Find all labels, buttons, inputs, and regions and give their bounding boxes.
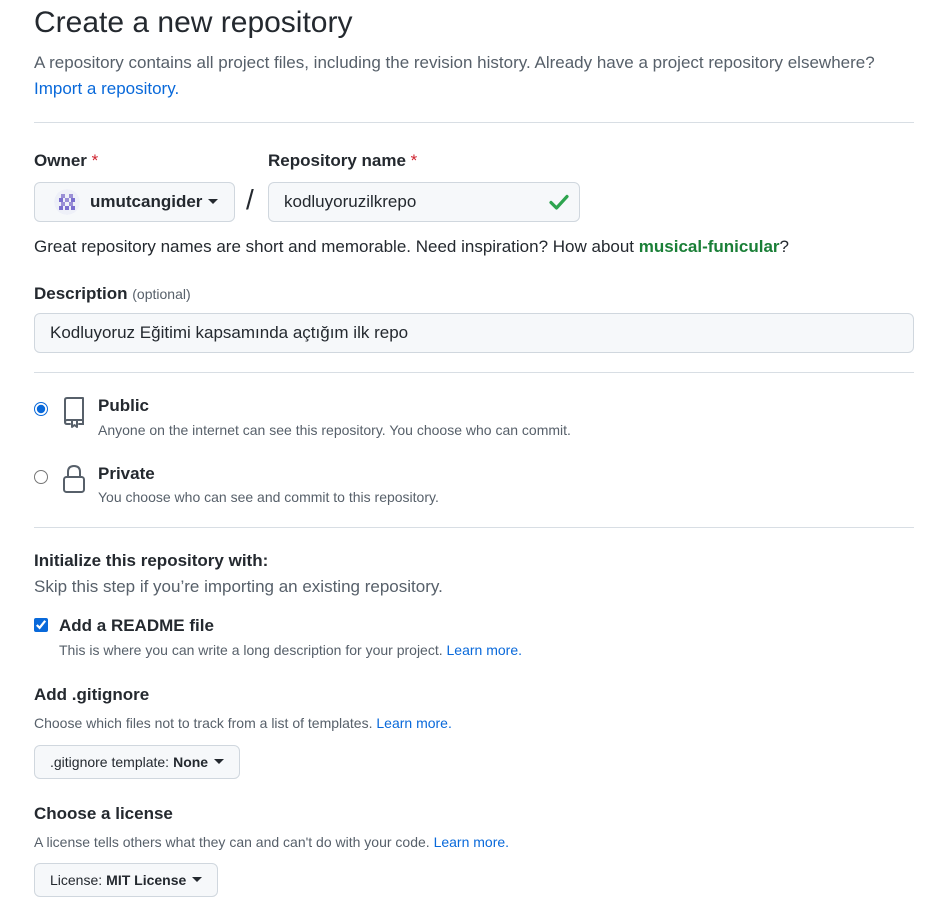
readme-desc: This is where you can write a long descr… <box>59 642 522 658</box>
repo-name-hint: Great repository names are short and mem… <box>34 237 789 257</box>
owner-label: Owner * <box>34 151 98 171</box>
divider <box>34 527 914 528</box>
gitignore-title: Add .gitignore <box>34 685 150 704</box>
readme-learn-more-link[interactable]: Learn more. <box>447 642 522 658</box>
page-title: Create a new repository <box>34 6 353 39</box>
readme-label[interactable]: Add a README file <box>59 616 214 636</box>
gitignore-learn-more-link[interactable]: Learn more. <box>376 715 451 731</box>
license-title: Choose a license <box>34 804 173 823</box>
caret-down-icon <box>192 876 203 882</box>
initialize-subtitle: Skip this step if you’re importing an ex… <box>34 577 443 596</box>
readme-desc-text: This is where you can write a long descr… <box>59 642 443 658</box>
description-label: Description (optional) <box>34 284 191 304</box>
private-desc: You choose who can see and commit to thi… <box>98 489 439 505</box>
gitignore-button-value: None <box>173 754 209 770</box>
owner-name: umutcangider <box>90 192 203 211</box>
check-icon <box>549 194 569 210</box>
gitignore-template-dropdown[interactable]: .gitignore template: None <box>34 745 241 779</box>
license-dropdown[interactable]: License: MIT License <box>34 863 219 897</box>
hint-end: ? <box>779 237 789 256</box>
divider <box>34 372 914 373</box>
license-button-value: MIT License <box>106 872 187 888</box>
gitignore-desc-text: Choose which files not to track from a l… <box>34 715 373 731</box>
avatar <box>54 189 80 215</box>
public-title: Public <box>98 396 150 415</box>
repo-name-label: Repository name * <box>268 151 417 171</box>
gitignore-button-prefix: .gitignore template: <box>50 754 170 770</box>
owner-label-text: Owner <box>34 151 87 170</box>
license-button-prefix: License: <box>50 872 103 888</box>
repo-book-icon <box>64 397 84 428</box>
initialize-title: Initialize this repository with: <box>34 551 269 570</box>
caret-down-icon <box>208 198 219 204</box>
subtitle-text: A repository contains all project files,… <box>34 53 875 72</box>
optional-tag: (optional) <box>132 286 191 302</box>
license-learn-more-link[interactable]: Learn more. <box>434 834 509 850</box>
import-repository-link[interactable]: Import a repository. <box>34 79 179 98</box>
readme-checkbox[interactable] <box>34 618 48 632</box>
license-desc-text: A license tells others what they can and… <box>34 834 430 850</box>
lock-icon <box>63 464 85 493</box>
public-desc: Anyone on the internet can see this repo… <box>98 422 571 438</box>
owner-dropdown[interactable]: umutcangider <box>34 182 235 222</box>
gitignore-desc: Choose which files not to track from a l… <box>34 715 452 731</box>
divider <box>34 122 914 123</box>
name-suggestion-link[interactable]: musical-funicular <box>639 237 780 256</box>
repository-name-input[interactable] <box>268 182 580 222</box>
repo-name-label-text: Repository name <box>268 151 406 170</box>
hint-text: Great repository names are short and mem… <box>34 237 635 256</box>
owner-repo-separator: / <box>246 184 254 215</box>
private-title: Private <box>98 464 155 483</box>
required-mark: * <box>91 151 99 170</box>
page-subtitle: A repository contains all project files,… <box>34 50 914 102</box>
description-input[interactable] <box>34 313 914 353</box>
public-radio[interactable] <box>34 402 48 416</box>
private-radio[interactable] <box>34 470 48 484</box>
caret-down-icon <box>214 758 225 764</box>
description-label-text: Description <box>34 284 128 303</box>
license-desc: A license tells others what they can and… <box>34 834 509 850</box>
required-mark: * <box>410 151 418 170</box>
